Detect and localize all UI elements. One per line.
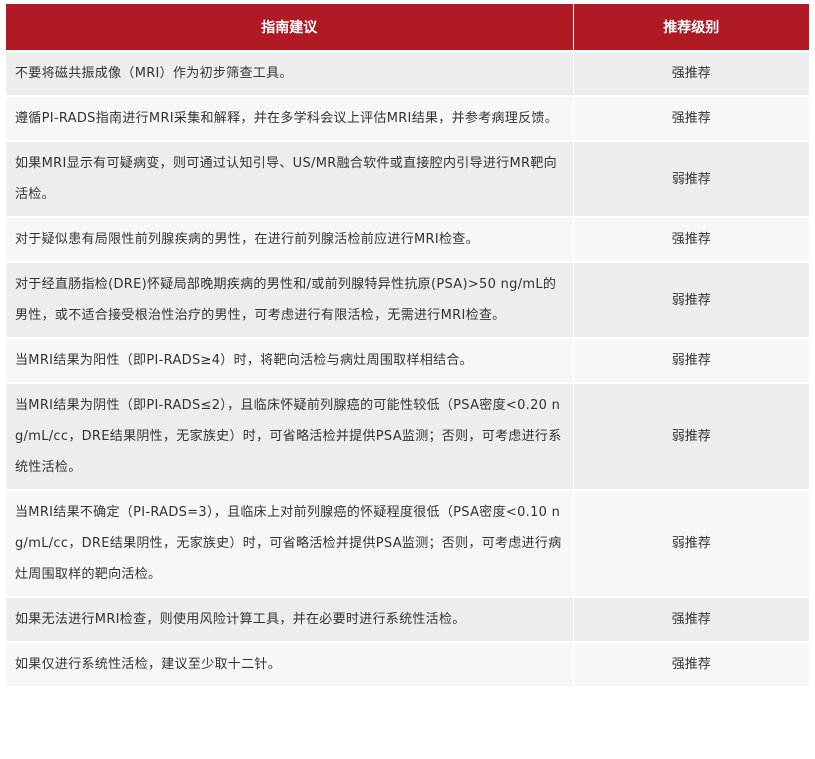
- table-row: 如果MRI显示有可疑病变，则可通过认知引导、US/MR融合软件或直接腔内引导进行…: [6, 140, 809, 217]
- recommendation-text: 如果无法进行MRI检查，则使用风险计算工具，并在必要时进行系统性活检。: [6, 596, 574, 642]
- column-header-grade: 推荐级别: [573, 4, 809, 51]
- recommendation-grade: 强推荐: [573, 641, 809, 686]
- recommendation-grade: 弱推荐: [573, 489, 809, 597]
- recommendation-text: 当MRI结果为阳性（即PI-RADS≥4）时，将靶向活检与病灶周围取样相结合。: [6, 337, 574, 383]
- recommendation-grade: 强推荐: [573, 50, 809, 96]
- recommendation-text: 当MRI结果为阴性（即PI-RADS≤2），且临床怀疑前列腺癌的可能性较低（PS…: [6, 382, 574, 490]
- recommendation-grade: 弱推荐: [573, 261, 809, 338]
- recommendation-grade: 强推荐: [573, 95, 809, 141]
- table-row: 当MRI结果为阴性（即PI-RADS≤2），且临床怀疑前列腺癌的可能性较低（PS…: [6, 382, 809, 490]
- recommendation-text: 对于疑似患有局限性前列腺疾病的男性，在进行前列腺活检前应进行MRI检查。: [6, 216, 574, 262]
- recommendation-text: 遵循PI-RADS指南进行MRI采集和解释，并在多学科会议上评估MRI结果，并参…: [6, 95, 574, 141]
- recommendation-text: 不要将磁共振成像（MRI）作为初步筛查工具。: [6, 50, 574, 96]
- guideline-table: 指南建议 推荐级别 不要将磁共振成像（MRI）作为初步筛查工具。 强推荐 遵循P…: [6, 4, 809, 686]
- recommendation-grade: 弱推荐: [573, 382, 809, 490]
- table-row: 当MRI结果为阳性（即PI-RADS≥4）时，将靶向活检与病灶周围取样相结合。 …: [6, 337, 809, 383]
- table-row: 不要将磁共振成像（MRI）作为初步筛查工具。 强推荐: [6, 50, 809, 96]
- table-row: 当MRI结果不确定（PI-RADS=3），且临床上对前列腺癌的怀疑程度很低（PS…: [6, 489, 809, 597]
- recommendation-text: 对于经直肠指检(DRE)怀疑局部晚期疾病的男性和/或前列腺特异性抗原(PSA)>…: [6, 261, 574, 338]
- recommendation-text: 当MRI结果不确定（PI-RADS=3），且临床上对前列腺癌的怀疑程度很低（PS…: [6, 489, 574, 597]
- recommendation-grade: 弱推荐: [573, 337, 809, 383]
- table-row: 如果无法进行MRI检查，则使用风险计算工具，并在必要时进行系统性活检。 强推荐: [6, 596, 809, 642]
- table-row: 对于经直肠指检(DRE)怀疑局部晚期疾病的男性和/或前列腺特异性抗原(PSA)>…: [6, 261, 809, 338]
- recommendation-grade: 强推荐: [573, 216, 809, 262]
- table-row: 遵循PI-RADS指南进行MRI采集和解释，并在多学科会议上评估MRI结果，并参…: [6, 95, 809, 141]
- recommendation-text: 如果仅进行系统性活检，建议至少取十二针。: [6, 641, 574, 686]
- table-header-row: 指南建议 推荐级别: [6, 4, 809, 51]
- recommendation-grade: 强推荐: [573, 596, 809, 642]
- recommendation-grade: 弱推荐: [573, 140, 809, 217]
- column-header-guideline: 指南建议: [6, 4, 574, 51]
- table-row: 如果仅进行系统性活检，建议至少取十二针。 强推荐: [6, 641, 809, 686]
- table-row: 对于疑似患有局限性前列腺疾病的男性，在进行前列腺活检前应进行MRI检查。 强推荐: [6, 216, 809, 262]
- recommendation-text: 如果MRI显示有可疑病变，则可通过认知引导、US/MR融合软件或直接腔内引导进行…: [6, 140, 574, 217]
